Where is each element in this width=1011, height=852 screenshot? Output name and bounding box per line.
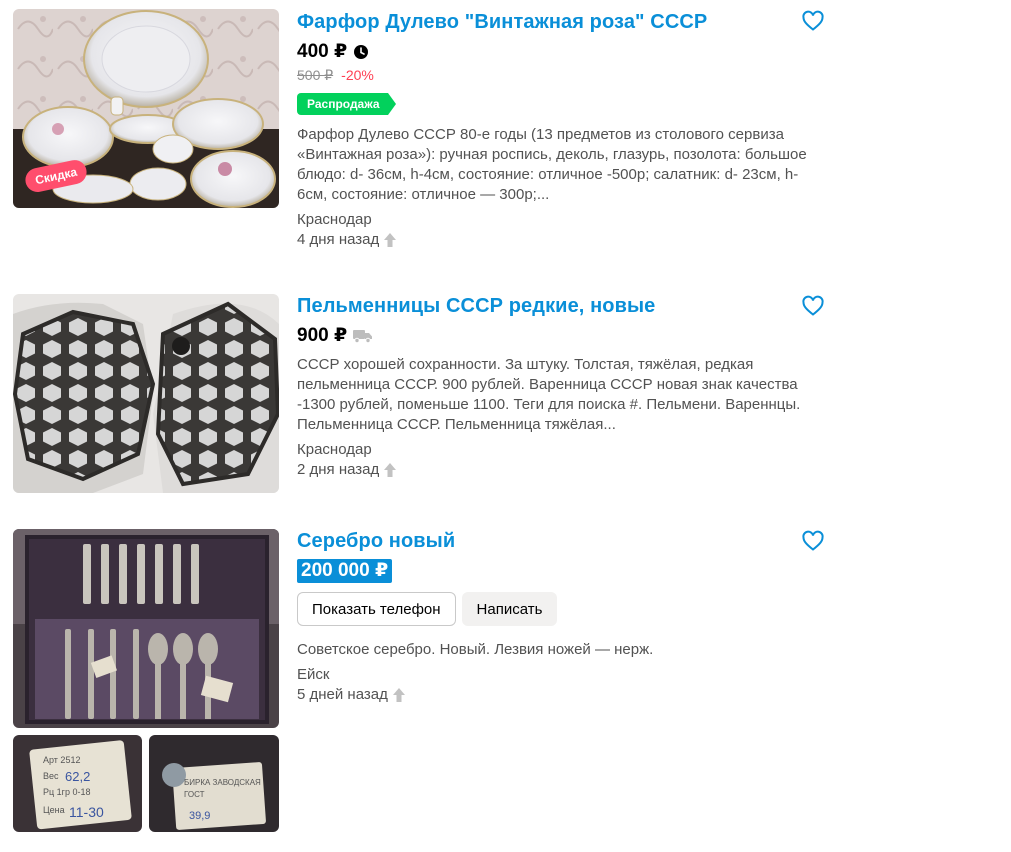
listing-date: 5 дней назад bbox=[297, 686, 388, 703]
listing-description: СССР хорошей сохранности. За штуку. Толс… bbox=[297, 356, 801, 433]
listing-date-row: 5 дней назад bbox=[297, 685, 827, 705]
svg-text:БИРКА ЗАВОДСКАЯ: БИРКА ЗАВОДСКАЯ bbox=[184, 778, 261, 787]
svg-text:Цена: Цена bbox=[43, 805, 65, 815]
svg-text:11-30: 11-30 bbox=[69, 804, 104, 820]
favorite-heart-icon[interactable] bbox=[801, 294, 825, 318]
clock-icon bbox=[353, 44, 369, 60]
contact-buttons: Показать телефон Написать bbox=[297, 592, 827, 626]
listing-description: Советское серебро. Новый. Лезвия ножей —… bbox=[297, 641, 654, 658]
listing-title[interactable]: Серебро новый bbox=[297, 528, 827, 554]
listing-date-row: 4 дня назад bbox=[297, 230, 827, 250]
svg-text:39,9: 39,9 bbox=[189, 810, 210, 822]
price-row: 200 000 ₽ bbox=[297, 558, 827, 584]
price-row: 400 ₽ bbox=[297, 39, 827, 65]
listing-location: Ейск bbox=[297, 666, 330, 683]
listing-title[interactable]: Фарфор Дулево "Винтажная роза" СССР bbox=[297, 9, 827, 35]
write-message-button[interactable]: Написать bbox=[461, 592, 558, 626]
show-phone-button[interactable]: Показать телефон bbox=[297, 592, 456, 626]
listing-price: 400 ₽ bbox=[297, 41, 348, 62]
svg-text:Вес: Вес bbox=[43, 771, 59, 781]
listing-title[interactable]: Пельменницы СССР редкие, новые bbox=[297, 293, 827, 319]
listing-price: 200 000 ₽ bbox=[297, 559, 393, 583]
old-price: 500 ₽ bbox=[297, 67, 334, 83]
listing-photo-thumb-2[interactable]: БИРКА ЗАВОДСКАЯ ГОСТ 39,9 bbox=[149, 735, 279, 832]
favorite-heart-icon[interactable] bbox=[801, 529, 825, 553]
arrow-up-icon bbox=[383, 462, 397, 478]
arrow-up-icon bbox=[383, 232, 397, 248]
listing-date-row: 2 дня назад bbox=[297, 460, 827, 480]
favorite-heart-icon[interactable] bbox=[801, 9, 825, 33]
listing-date: 2 дня назад bbox=[297, 461, 380, 478]
old-price-row: 500 ₽ -20% bbox=[297, 66, 827, 84]
listing-location: Краснодар bbox=[297, 211, 372, 228]
silver-label-photo: БИРКА ЗАВОДСКАЯ ГОСТ 39,9 bbox=[149, 735, 279, 832]
discount-percent: -20% bbox=[341, 67, 374, 83]
svg-text:62,2: 62,2 bbox=[65, 769, 90, 784]
listing-date: 4 дня назад bbox=[297, 231, 380, 248]
svg-text:ГОСТ: ГОСТ bbox=[184, 790, 205, 799]
listing-photo[interactable] bbox=[13, 294, 279, 493]
price-row: 900 ₽ bbox=[297, 323, 827, 349]
silverware-photo bbox=[13, 529, 279, 728]
listing-photo-thumb-1[interactable]: Арт 2512 Вес 62,2 Рц 1гр 0-18 Цена 11-30 bbox=[13, 735, 142, 832]
listing-description: Фарфор Дулево СССР 80-е годы (13 предмет… bbox=[297, 126, 807, 203]
dumpling-mold-photo bbox=[13, 294, 279, 493]
svg-text:Рц 1гр 0-18: Рц 1гр 0-18 bbox=[43, 787, 90, 797]
listing-content: Пельменницы СССР редкие, новые 900 ₽ ССС… bbox=[297, 293, 827, 480]
listing-price: 900 ₽ bbox=[297, 325, 348, 346]
sale-badge: Распродажа bbox=[297, 93, 396, 115]
listing-content: Серебро новый 200 000 ₽ Показать телефон… bbox=[297, 528, 827, 705]
listing-photo-main[interactable] bbox=[13, 529, 279, 728]
listing-photo[interactable]: Скидка bbox=[13, 9, 279, 208]
delivery-truck-icon bbox=[353, 329, 373, 343]
listing-content: Фарфор Дулево "Винтажная роза" СССР 400 … bbox=[297, 9, 827, 250]
listing-location: Краснодар bbox=[297, 441, 372, 458]
svg-text:Арт 2512: Арт 2512 bbox=[43, 755, 80, 765]
price-tag-photo: Арт 2512 Вес 62,2 Рц 1гр 0-18 Цена 11-30 bbox=[13, 735, 142, 832]
arrow-up-icon bbox=[392, 687, 406, 703]
